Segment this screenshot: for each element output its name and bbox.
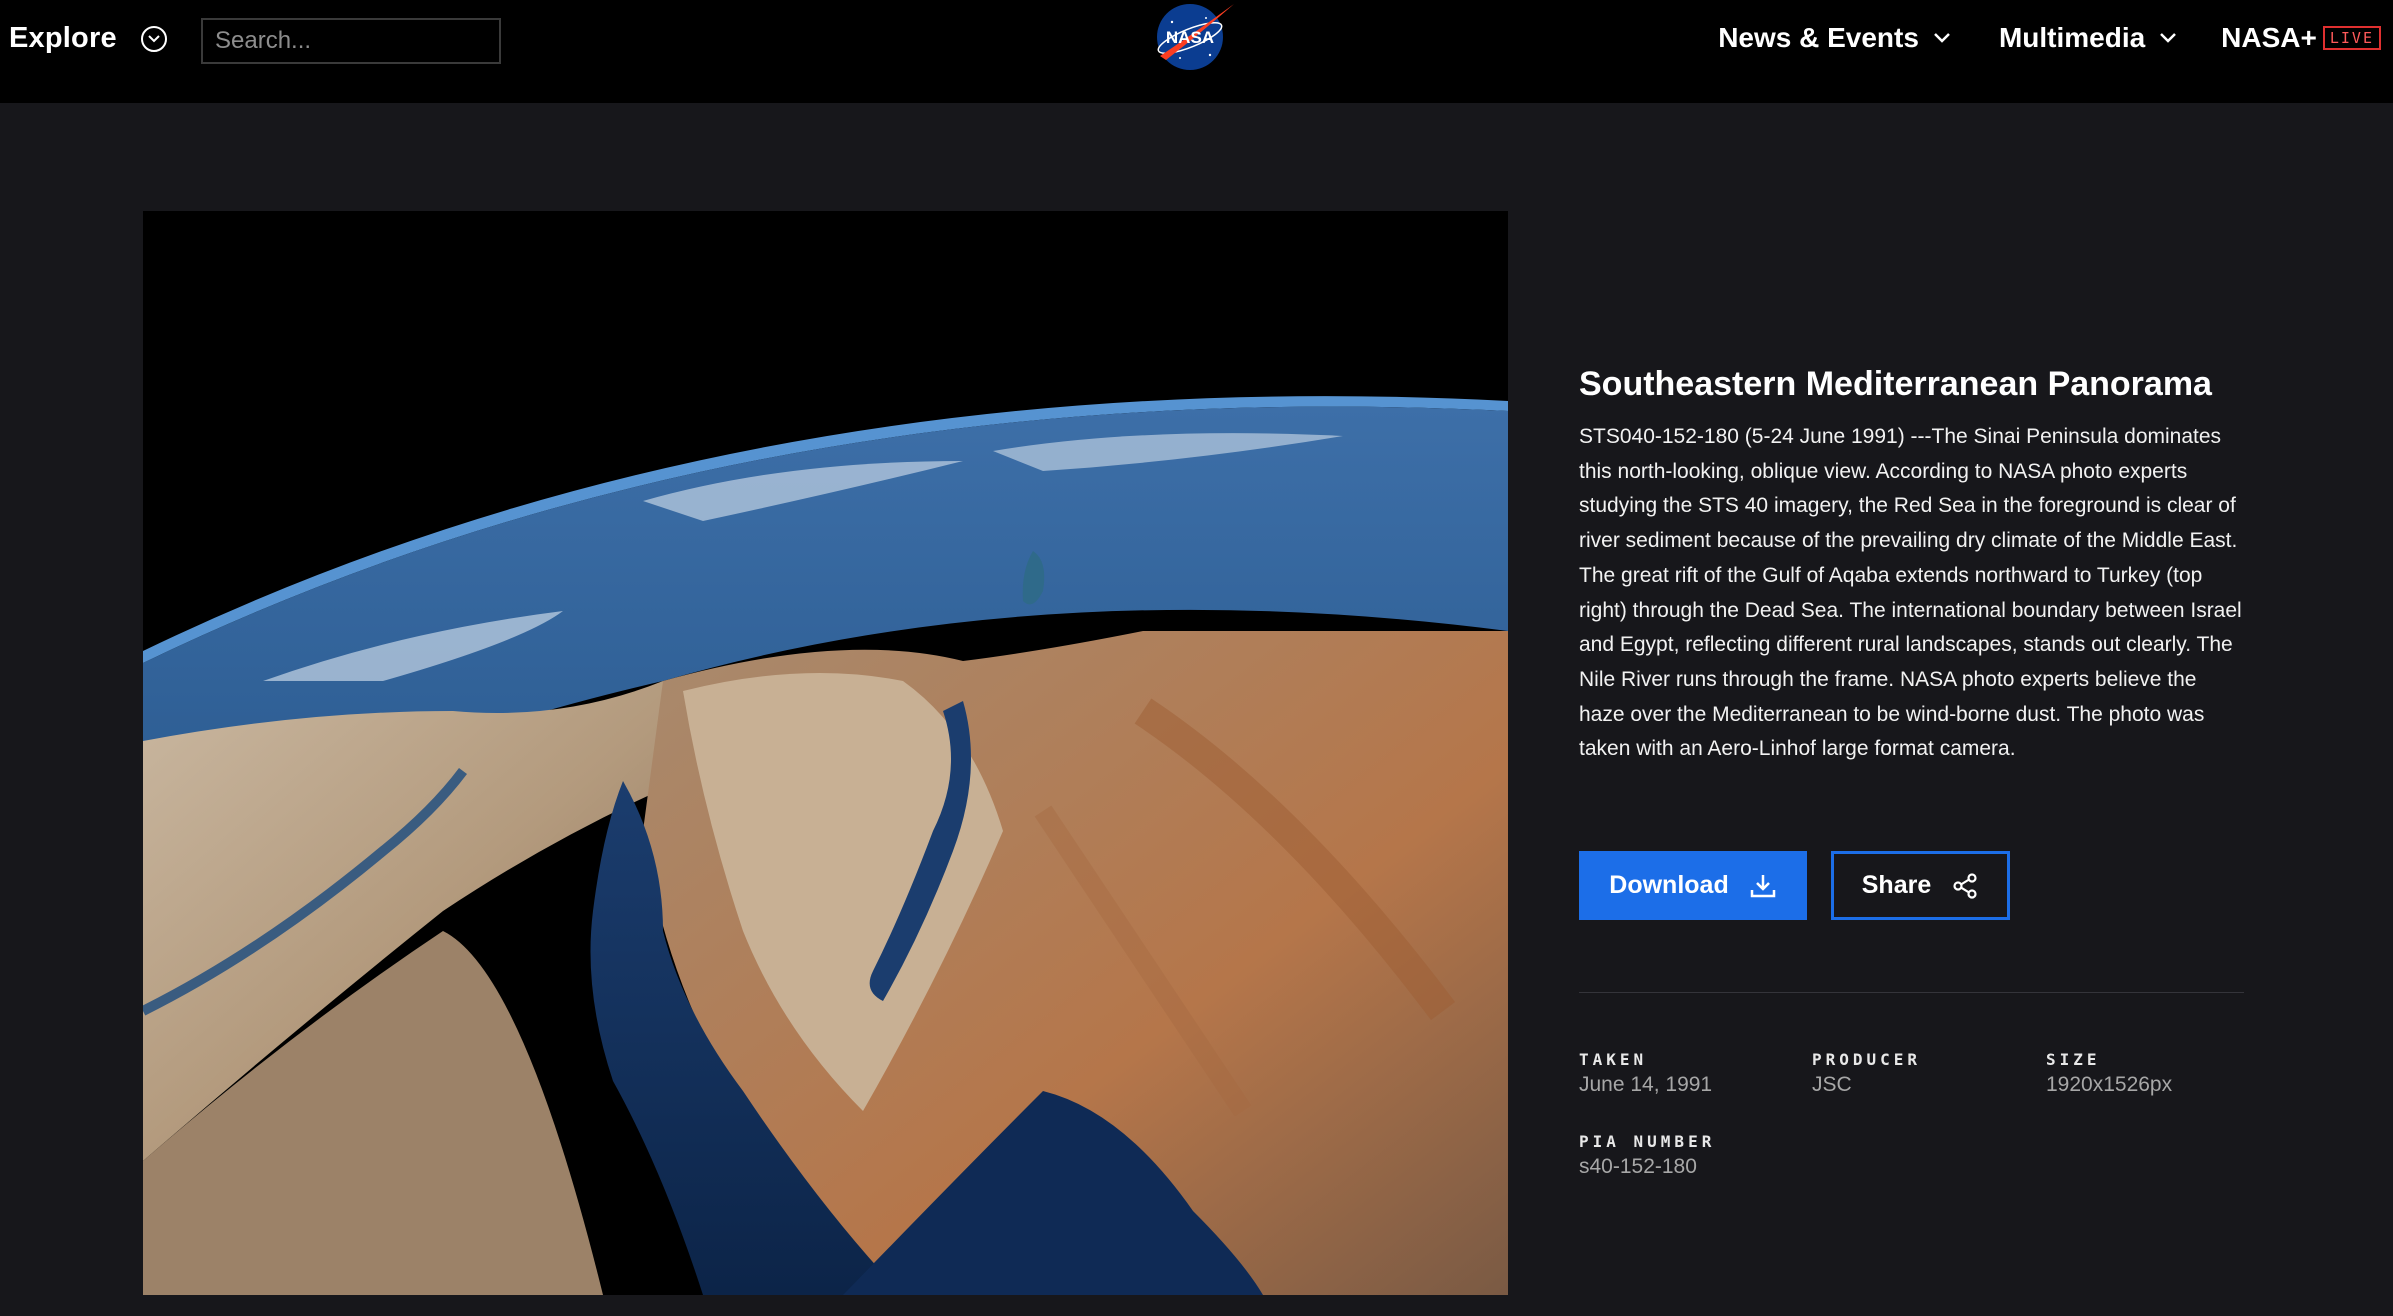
chevron-down-icon: [1934, 33, 1950, 43]
download-icon: [1750, 874, 1775, 897]
nav-nasa-plus[interactable]: NASA+ LIVE: [2221, 22, 2381, 54]
meta-pia-label: PIA NUMBER: [1579, 1132, 1716, 1151]
image-description: STS040-152-180 (5-24 June 1991) ---The S…: [1579, 425, 2242, 761]
nav-news-events[interactable]: News & Events: [1718, 22, 1951, 54]
nasa-plus-label: NASA+: [2221, 22, 2317, 53]
image-title: Southeastern Mediterranean Panorama: [1579, 365, 2212, 403]
logo-text: NASA: [1166, 28, 1214, 47]
meta-size: SIZE 1920x1526px: [2046, 1050, 2172, 1097]
share-button-label: Share: [1861, 871, 1932, 899]
nav-multimedia[interactable]: Multimedia: [1999, 22, 2177, 54]
top-navigation-bar: Explore NASA News & Events Multimedia NA…: [0, 0, 2393, 103]
download-button[interactable]: Download: [1579, 851, 1807, 920]
divider: [1579, 992, 2244, 993]
chevron-down-circle-icon: [140, 25, 167, 52]
download-button-label: Download: [1609, 871, 1729, 899]
meta-producer-value: JSC: [1812, 1073, 1852, 1096]
search-input[interactable]: [201, 18, 501, 64]
meta-pia-value: s40-152-180: [1579, 1155, 1697, 1178]
nav-news-events-label: News & Events: [1718, 22, 1919, 53]
main-navigation: News & Events Multimedia NASA+ LIVE: [1670, 22, 2381, 54]
share-button[interactable]: Share: [1831, 851, 2010, 920]
main-photo[interactable]: [143, 211, 1508, 1295]
meta-size-label: SIZE: [2046, 1050, 2101, 1069]
earth-panorama-image: [143, 211, 1508, 1295]
meta-taken-value: June 14, 1991: [1579, 1073, 1713, 1096]
chevron-down-icon: [2160, 33, 2177, 43]
meta-pia-number: PIA NUMBER s40-152-180: [1579, 1132, 1715, 1179]
action-buttons: Download Share: [1579, 851, 2010, 920]
image-info-panel: Southeastern Mediterranean Panorama STS0…: [1579, 362, 2244, 1178]
meta-taken-label: TAKEN: [1579, 1050, 1648, 1069]
meta-taken: TAKEN June 14, 1991: [1579, 1050, 1712, 1097]
share-icon: [1953, 872, 1977, 899]
nasa-logo[interactable]: NASA: [1150, 0, 1236, 72]
meta-producer: PRODUCER JSC: [1812, 1050, 1921, 1097]
meta-size-value: 1920x1526px: [2046, 1073, 2173, 1096]
nav-multimedia-label: Multimedia: [1998, 22, 2146, 53]
live-badge: LIVE: [2322, 26, 2381, 50]
explore-menu-button[interactable]: Explore: [9, 22, 167, 55]
explore-label: Explore: [9, 22, 117, 54]
meta-producer-label: PRODUCER: [1812, 1050, 1922, 1069]
